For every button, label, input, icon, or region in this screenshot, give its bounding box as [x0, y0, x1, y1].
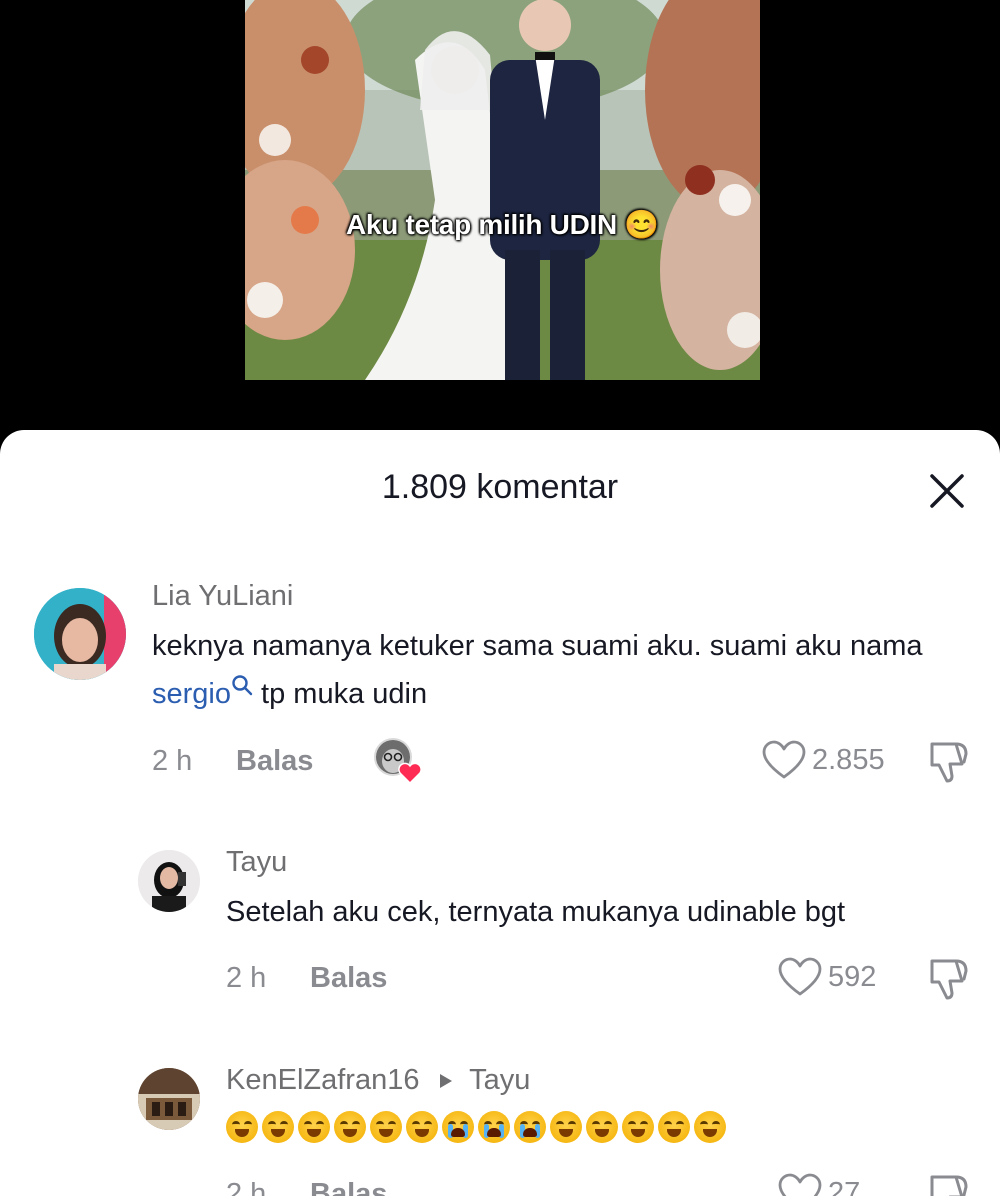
- rofl-emoji-icon: [226, 1111, 258, 1144]
- comments-sheet: 1.809 komentar Lia YuLiani keknya namany…: [0, 430, 1000, 1196]
- like-button[interactable]: 27: [778, 1173, 860, 1196]
- reply-button[interactable]: Balas: [236, 745, 313, 778]
- like-count: 592: [828, 960, 877, 993]
- thumbs-down-icon: [930, 742, 968, 783]
- rofl-emoji-icon: [550, 1111, 582, 1144]
- like-count: 27: [828, 1176, 861, 1196]
- creator-avatar-heart-icon: [374, 738, 422, 785]
- rofl-emoji-icon: [622, 1111, 654, 1144]
- like-count: 2.855: [812, 743, 885, 776]
- thumbs-down-icon: [930, 959, 968, 1000]
- wedding-photo: [245, 0, 760, 380]
- rofl-emoji-icon: [694, 1111, 726, 1144]
- username-text: KenElZafran16: [226, 1064, 420, 1096]
- thumbs-down-icon: [930, 1175, 968, 1196]
- comment-username[interactable]: Lia YuLiani: [152, 580, 293, 613]
- rofl-emoji-icon: [298, 1111, 330, 1144]
- comment-text-line: keknya namanya ketuker sama suami aku. s…: [152, 630, 923, 662]
- reply-button[interactable]: Balas: [310, 962, 387, 995]
- comment-time: 2 h: [226, 1178, 267, 1196]
- close-button[interactable]: [928, 472, 966, 510]
- comment-text: Setelah aku cek, ternyata mukanya udinab…: [226, 896, 846, 928]
- rofl-emoji-icon: [334, 1111, 366, 1144]
- rofl-emoji-icon: [262, 1111, 294, 1144]
- crying-emoji-icon: [478, 1111, 510, 1144]
- rofl-emoji-icon: [658, 1111, 690, 1144]
- reply-arrow-icon: [439, 1074, 452, 1089]
- rofl-emoji-icon: [370, 1111, 402, 1144]
- search-mention-link[interactable]: sergio: [152, 675, 253, 710]
- comment-emoji-text: 🤣🤣🤣🤣🤣🤣😭😭😭🤣🤣🤣🤣🤣: [226, 1108, 730, 1144]
- reply-button[interactable]: Balas: [310, 1178, 387, 1196]
- comment-time: 2 h: [226, 962, 267, 994]
- creator-liked-badge: [373, 737, 422, 785]
- avatar[interactable]: [34, 588, 126, 680]
- search-icon: [232, 675, 253, 696]
- comment-item: Tayu Setelah aku cek, ternyata mukanya u…: [0, 840, 1000, 1020]
- crying-emoji-icon: [442, 1111, 474, 1144]
- dislike-button[interactable]: [926, 1173, 970, 1196]
- heart-icon: [778, 1173, 822, 1196]
- avatar[interactable]: [138, 850, 200, 912]
- rofl-emoji-icon: [406, 1111, 438, 1144]
- rofl-emoji-icon: [586, 1111, 618, 1144]
- comment-time: 2 h: [152, 745, 193, 777]
- comments-count-title: 1.809 komentar: [381, 468, 619, 506]
- app-screen: Aku tetap milih UDIN 😊 1.809 komentar Li…: [0, 0, 1000, 1196]
- dislike-button[interactable]: [926, 957, 970, 1006]
- comment-text: keknya namanya ketuker sama suami aku. s…: [152, 622, 922, 718]
- like-button[interactable]: 2.855: [762, 740, 885, 780]
- like-button[interactable]: 592: [778, 957, 876, 997]
- reply-to-username: Tayu: [469, 1064, 531, 1096]
- video-preview[interactable]: Aku tetap milih UDIN 😊: [245, 0, 760, 380]
- comment-text-rest: tp muka udin: [253, 678, 428, 710]
- comment-item: Lia YuLiani keknya namanya ketuker sama …: [0, 570, 1000, 790]
- dislike-button[interactable]: [926, 740, 970, 789]
- comment-username[interactable]: Tayu: [226, 846, 287, 879]
- crying-emoji-icon: [514, 1111, 546, 1144]
- heart-icon: [762, 740, 806, 779]
- mention-text: sergio: [152, 678, 231, 710]
- close-icon: [930, 474, 964, 508]
- comment-item: KenElZafran16 Tayu 🤣🤣🤣🤣🤣🤣😭😭😭🤣🤣🤣🤣🤣 2 h Ba…: [0, 1060, 1000, 1196]
- heart-icon: [778, 957, 822, 996]
- avatar[interactable]: [138, 1068, 200, 1130]
- video-caption: Aku tetap milih UDIN 😊: [346, 209, 659, 240]
- comment-text-line: sergio tp muka udin: [152, 670, 922, 718]
- comment-username[interactable]: KenElZafran16 Tayu: [226, 1064, 530, 1097]
